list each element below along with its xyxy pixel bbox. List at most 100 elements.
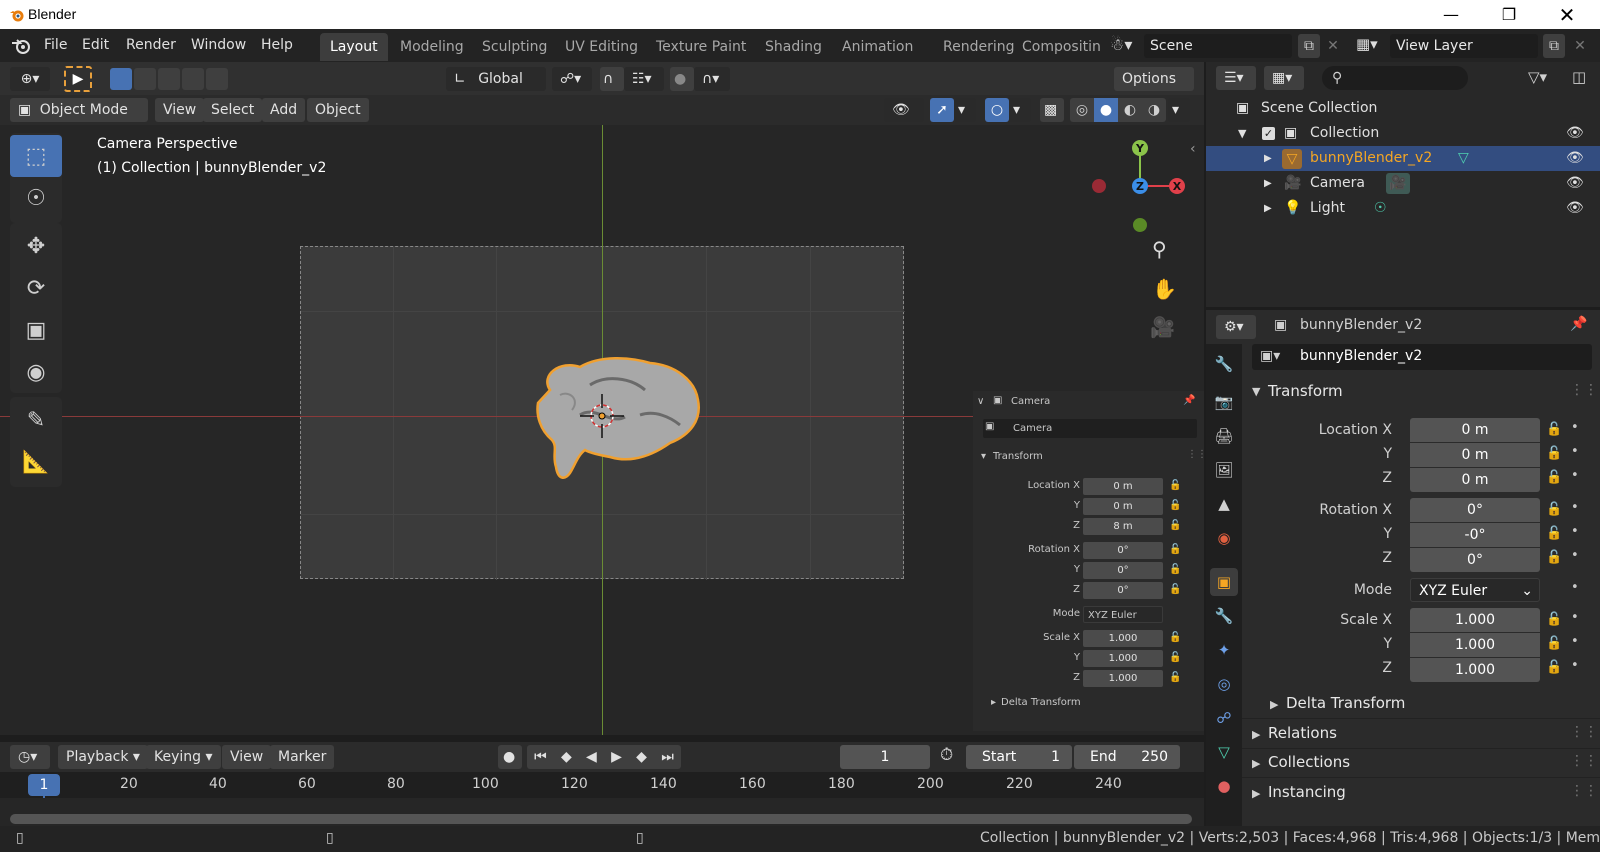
annotate-tool-icon[interactable]: ✎ xyxy=(10,399,62,441)
keyframe-dot-icon[interactable]: • xyxy=(1571,580,1579,595)
xray-toggle-icon[interactable]: ▩ xyxy=(1040,98,1064,122)
keyframe-dot-icon[interactable]: • xyxy=(1571,634,1579,649)
mesh-data-icon[interactable]: ▽ xyxy=(1458,146,1469,171)
scale-tool-icon[interactable]: ▣ xyxy=(10,309,62,351)
location-x-field[interactable]: 0 m xyxy=(1410,418,1540,442)
scene-selector-icon[interactable]: ☃▾ xyxy=(1110,35,1132,54)
material-shading-icon[interactable]: ◐ xyxy=(1118,98,1142,122)
chevron-down-icon[interactable]: ▾ xyxy=(1009,98,1031,122)
material-tab-icon[interactable]: ● xyxy=(1210,772,1238,800)
keyframe-dot-icon[interactable]: • xyxy=(1571,548,1579,563)
physics-tab-icon[interactable]: ◎ xyxy=(1210,670,1238,698)
outliner-editor-type-icon[interactable]: ☰▾ xyxy=(1216,66,1256,90)
playhead-frame[interactable]: 1 xyxy=(28,774,60,796)
camera-scale-y[interactable]: 1.000 xyxy=(1083,650,1163,667)
menu-help[interactable]: Help xyxy=(261,29,293,62)
lock-icon[interactable]: 🔓 xyxy=(1169,652,1181,663)
select-new-icon[interactable] xyxy=(110,68,132,90)
play-icon[interactable]: ▶ xyxy=(611,749,622,765)
drag-handle-icon[interactable]: ⋮⋮ xyxy=(1570,753,1598,769)
lock-icon[interactable]: 🔓 xyxy=(1169,584,1181,595)
panel-collapse-icon[interactable]: ∨ xyxy=(977,396,984,407)
object-mode-dropdown[interactable]: ▣ Object Mode ▾ xyxy=(10,98,148,142)
outliner-search-input[interactable]: ⚲ xyxy=(1322,66,1468,90)
output-tab-icon[interactable]: 🖨 xyxy=(1210,422,1238,450)
scale-y-field[interactable]: 1.000 xyxy=(1410,633,1540,657)
lock-icon[interactable]: 🔓 xyxy=(1169,544,1181,555)
select-tool-icon[interactable]: ▶ xyxy=(64,66,92,92)
drag-handle-icon[interactable]: ⋮⋮ xyxy=(1570,382,1598,398)
outliner-row-camera[interactable]: ▶ 🎥 Camera 🎥 👁 xyxy=(1206,171,1600,196)
transform-section-title[interactable]: Transform xyxy=(1268,382,1343,400)
world-tab-icon[interactable]: ◉ xyxy=(1210,524,1238,552)
camera-rotation-y[interactable]: 0° xyxy=(1083,562,1163,579)
outliner-row-collection[interactable]: ▼ ✓ ▣ Collection 👁 xyxy=(1206,121,1600,146)
select-box-tool-icon[interactable]: ⬚ xyxy=(10,135,62,177)
pivot-point-icon[interactable]: ☍▾ xyxy=(552,67,592,91)
new-collection-icon[interactable]: ◫ xyxy=(1572,68,1586,86)
rotation-mode-dropdown[interactable]: XYZ Euler ⌄ xyxy=(1410,578,1540,602)
rotation-y-field[interactable]: -0° xyxy=(1410,523,1540,547)
collections-section[interactable]: Collections xyxy=(1268,753,1350,771)
object-tab-icon[interactable]: ▣ xyxy=(1210,568,1238,596)
chevron-right-icon[interactable]: ▶ xyxy=(1270,698,1278,711)
outliner-row-light[interactable]: ▶ 💡 Light ☉ 👁 xyxy=(1206,196,1600,221)
view-layer-selector-icon[interactable]: ▦▾ xyxy=(1356,35,1378,53)
lock-icon[interactable]: 🔓 xyxy=(1169,480,1181,491)
new-scene-icon[interactable]: ⧉ xyxy=(1298,34,1320,58)
maximize-button[interactable]: ❐ xyxy=(1486,0,1532,29)
location-z-field[interactable]: 0 m xyxy=(1410,468,1540,492)
data-tab-icon[interactable]: ▽ xyxy=(1210,738,1238,766)
chevron-right-icon[interactable]: ▶ xyxy=(1252,787,1260,800)
menu-render[interactable]: Render xyxy=(126,29,176,62)
chevron-down-icon[interactable]: ▾ xyxy=(954,98,976,122)
tab-animation[interactable]: Animation xyxy=(832,33,923,61)
menu-edit[interactable]: Edit xyxy=(82,29,109,62)
lock-icon[interactable]: 🔓 xyxy=(1169,564,1181,575)
rotation-x-field[interactable]: 0° xyxy=(1410,498,1540,522)
transform-tool-icon[interactable]: ◉ xyxy=(10,351,62,393)
display-mode-icon[interactable]: ▦▾ xyxy=(1264,66,1304,90)
snap-target-icon[interactable]: ☷▾ xyxy=(624,67,664,91)
tab-rendering[interactable]: Rendering xyxy=(933,33,1025,61)
menu-object[interactable]: Object xyxy=(307,98,369,122)
pan-hand-icon[interactable]: ✋ xyxy=(1152,277,1177,301)
drag-handle-icon[interactable]: ⋮⋮ xyxy=(1570,724,1598,740)
sidebar-toggle-icon[interactable]: ‹ xyxy=(1190,141,1196,157)
keying-dropdown[interactable]: Keying ▾ xyxy=(146,745,221,769)
cursor-tool-icon[interactable]: ☉ xyxy=(10,177,62,219)
pin-icon[interactable]: 📌 xyxy=(1183,395,1195,406)
eye-icon[interactable]: 👁 xyxy=(1566,121,1584,146)
close-button[interactable]: ✕ xyxy=(1544,0,1590,29)
tab-modeling[interactable]: Modeling xyxy=(390,33,474,61)
render-tab-icon[interactable]: 📷 xyxy=(1210,388,1238,416)
tab-layout[interactable]: Layout xyxy=(320,33,388,61)
snap-toggle-icon[interactable]: ∩ xyxy=(600,67,624,91)
move-tool-icon[interactable]: ✥ xyxy=(10,225,62,267)
modifier-tab-icon[interactable]: 🔧 xyxy=(1210,602,1238,630)
keyframe-dot-icon[interactable]: • xyxy=(1571,610,1579,625)
timeline-scrollbar[interactable] xyxy=(10,814,1192,824)
tab-sculpting[interactable]: Sculpting xyxy=(472,33,557,61)
location-y-field[interactable]: 0 m xyxy=(1410,443,1540,467)
lock-icon[interactable]: 🔓 xyxy=(1546,660,1562,675)
tab-uv-editing[interactable]: UV Editing xyxy=(555,33,648,61)
lock-icon[interactable]: 🔓 xyxy=(1546,446,1562,461)
eye-icon[interactable]: 👁 xyxy=(1566,196,1584,221)
camera-scale-z[interactable]: 1.000 xyxy=(1083,670,1163,687)
overlays-toggle-icon[interactable]: ○ xyxy=(985,98,1009,122)
proportional-edit-icon[interactable]: ● xyxy=(670,67,694,91)
blender-menu-icon[interactable] xyxy=(11,36,31,56)
view-layer-field[interactable]: View Layer xyxy=(1390,34,1538,58)
keyframe-dot-icon[interactable]: • xyxy=(1571,420,1579,435)
keyframe-dot-icon[interactable]: • xyxy=(1571,524,1579,539)
keyframe-dot-icon[interactable]: • xyxy=(1571,658,1579,673)
lock-icon[interactable]: 🔓 xyxy=(1169,672,1181,683)
tool-tab-icon[interactable]: 🔧 xyxy=(1210,350,1238,378)
scene-name-field[interactable]: Scene xyxy=(1144,34,1292,58)
outliner-row-bunny[interactable]: ▶ ▽ bunnyBlender_v2 ▽ 👁 xyxy=(1206,146,1600,171)
instancing-section[interactable]: Instancing xyxy=(1268,783,1346,801)
rendered-shading-icon[interactable]: ◑ xyxy=(1142,98,1166,122)
light-data-icon[interactable]: ☉ xyxy=(1374,196,1387,221)
rotation-z-field[interactable]: 0° xyxy=(1410,548,1540,572)
